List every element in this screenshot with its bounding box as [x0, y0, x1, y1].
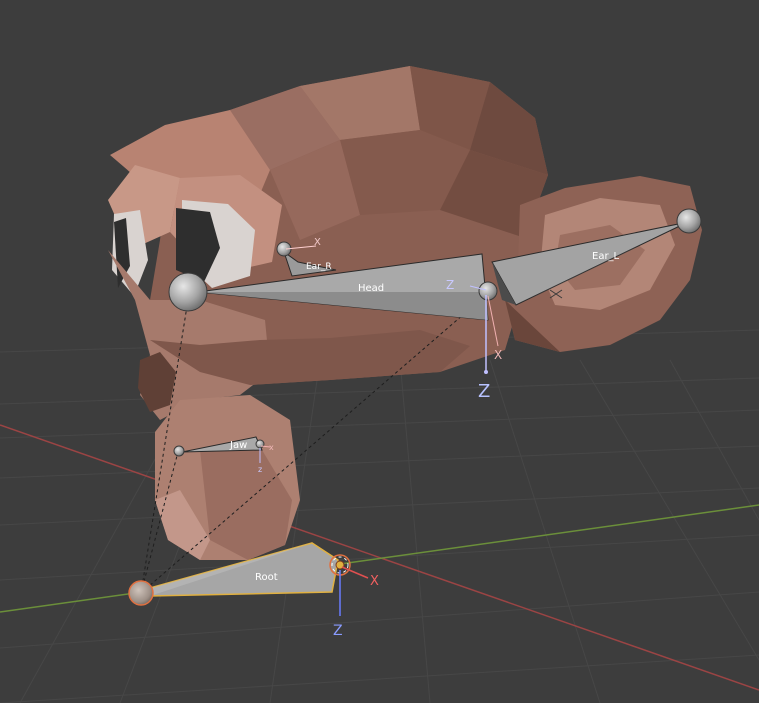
bone-label-ear-l: Ear_L — [592, 251, 620, 262]
3d-viewport[interactable]: Head Ear_L Ear_R X Z X Z Jaw x z Root X … — [0, 0, 759, 703]
head-axis-z-label: Z — [478, 381, 490, 402]
ear-l-bone-tip-joint[interactable] — [676, 208, 702, 234]
bone-label-jaw: Jaw — [229, 440, 247, 451]
bone-label-root: Root — [255, 572, 278, 583]
head-bone-root-joint[interactable] — [168, 272, 208, 312]
monkey-mesh[interactable] — [108, 66, 702, 560]
root-axis-x-label: X — [370, 574, 379, 589]
jaw-axis-x-label: x — [269, 443, 274, 452]
floor-grid — [0, 329, 759, 703]
bone-label-head: Head — [358, 283, 384, 294]
jaw-bone-tip-joint[interactable] — [255, 439, 265, 449]
x-axis-line — [0, 424, 759, 691]
ear-r-axis-x-label: X — [314, 237, 321, 248]
jaw-bone-root-joint[interactable] — [173, 445, 185, 457]
y-axis-line — [0, 504, 759, 613]
head-axis-x-label: X — [494, 348, 502, 362]
viewport-canvas[interactable]: Head Ear_L Ear_R X Z X Z Jaw x z Root X … — [0, 0, 759, 703]
jaw-axis-z-label: z — [258, 465, 262, 474]
root-axis-z-label: Z — [333, 623, 343, 639]
bone-label-ear-r: Ear_R — [306, 262, 332, 272]
head-axis-z-small-label: Z — [446, 278, 454, 292]
root-bone-root-joint[interactable] — [128, 580, 154, 606]
